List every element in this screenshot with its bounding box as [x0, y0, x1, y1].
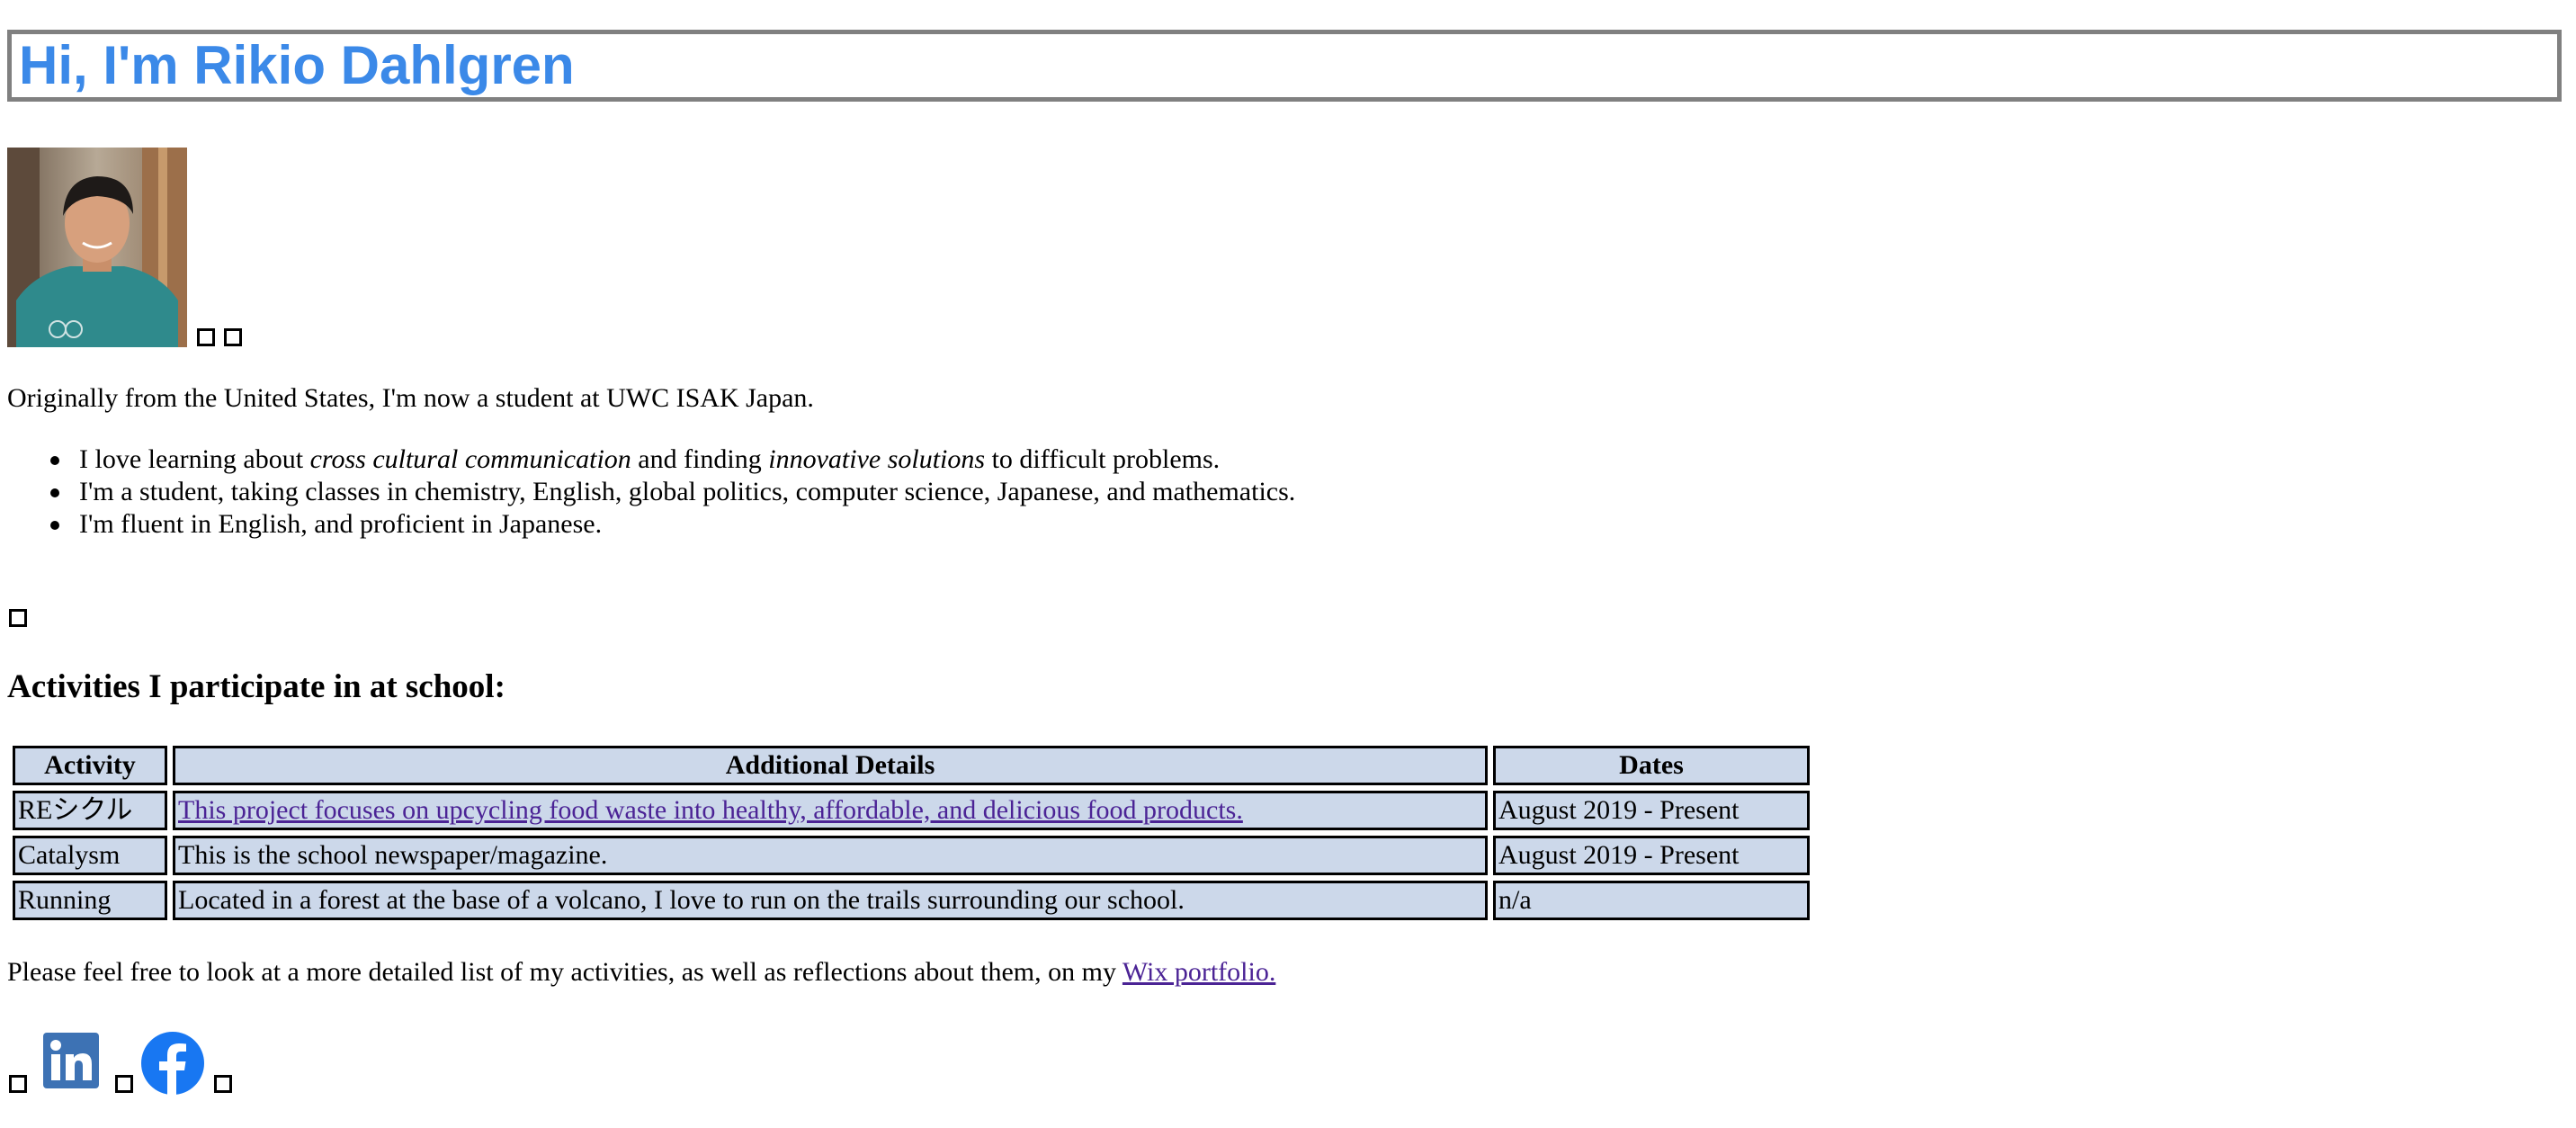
column-header-dates: Dates — [1493, 746, 1810, 785]
emphasis-text: cross cultural communication — [309, 444, 631, 474]
portfolio-sentence: Please feel free to look at a more detai… — [7, 957, 1123, 987]
list-item: I'm a student, taking classes in chemist… — [49, 477, 1296, 506]
list-item-text: to difficult problems. — [985, 444, 1221, 474]
list-item: I love learning about cross cultural com… — [49, 443, 1295, 476]
project-link[interactable]: This project focuses on upcycling food w… — [178, 795, 1243, 825]
details-cell: This is the school newspaper/magazine. — [173, 836, 1488, 875]
dates-cell: August 2019 - Present — [1493, 791, 1810, 830]
portfolio-text: Please feel free to look at a more detai… — [7, 956, 1275, 989]
linkedin-icon[interactable] — [43, 1033, 99, 1088]
dates-cell: August 2019 - Present — [1493, 836, 1810, 875]
activity-cell: Running — [13, 881, 167, 920]
broken-image-icon — [9, 609, 27, 627]
emphasis-text: innovative solutions — [768, 444, 986, 474]
list-item-text: and finding — [631, 444, 769, 474]
activity-cell: Catalysm — [13, 836, 167, 875]
broken-image-icon — [214, 1075, 232, 1093]
column-header-activity: Activity — [13, 746, 167, 785]
facebook-icon[interactable] — [140, 1031, 205, 1096]
activity-cell: REシクル — [13, 791, 167, 830]
title-banner: Hi, I'm Rikio Dahlgren — [7, 30, 2562, 102]
table-header-row: Activity Additional Details Dates — [13, 746, 1810, 785]
details-cell: Located in a forest at the base of a vol… — [173, 881, 1488, 920]
table-row: Catalysm This is the school newspaper/ma… — [13, 836, 1810, 875]
dates-cell: n/a — [1493, 881, 1810, 920]
intro-text: Originally from the United States, I'm n… — [7, 383, 814, 413]
broken-image-icon — [115, 1075, 133, 1093]
table-row: REシクル This project focuses on upcycling … — [13, 791, 1810, 830]
table-row: Running Located in a forest at the base … — [13, 881, 1810, 920]
wix-portfolio-link[interactable]: Wix portfolio. — [1123, 957, 1275, 987]
activities-heading: Activities I participate in at school: — [7, 668, 505, 705]
list-item-text: I love learning about — [79, 444, 310, 474]
column-header-details: Additional Details — [173, 746, 1488, 785]
profile-photo — [7, 148, 187, 347]
list-item: I'm fluent in English, and proficient in… — [49, 508, 1295, 541]
broken-image-icon — [197, 328, 215, 346]
about-list: I love learning about cross cultural com… — [49, 443, 1296, 541]
activities-table: Activity Additional Details Dates REシクル … — [7, 740, 1815, 926]
details-cell: This project focuses on upcycling food w… — [173, 791, 1488, 830]
page-title: Hi, I'm Rikio Dahlgren — [19, 35, 575, 95]
broken-image-icon — [9, 1075, 27, 1093]
page: Hi, I'm Rikio Dahlgren Originally from t… — [0, 0, 2576, 1128]
broken-image-icon — [224, 328, 242, 346]
